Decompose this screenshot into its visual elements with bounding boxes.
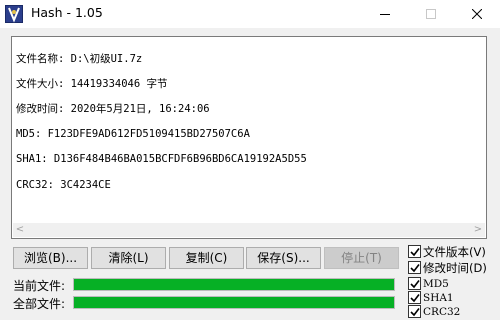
current-file-progress-fill bbox=[74, 279, 394, 290]
option-file-version[interactable]: 文件版本(V) bbox=[408, 244, 486, 259]
browse-button[interactable]: 浏览(B)... bbox=[13, 247, 88, 269]
option-md5[interactable]: MD5 bbox=[408, 276, 449, 291]
output-line-md5: MD5: F123DFE9AD612FD5109415BD27507C6A bbox=[16, 128, 250, 141]
horizontal-scrollbar[interactable]: < > bbox=[13, 223, 485, 237]
maximize-button bbox=[408, 0, 454, 28]
total-files-progress bbox=[73, 296, 395, 309]
option-file-version-label: 文件版本(V) bbox=[423, 244, 486, 259]
checkbox-crc32[interactable] bbox=[408, 305, 421, 318]
copy-button[interactable]: 复制(C) bbox=[169, 247, 244, 269]
title-bar: Hash - 1.05 bbox=[0, 0, 500, 28]
current-file-label: 当前文件: bbox=[13, 279, 66, 293]
save-button[interactable]: 保存(S)... bbox=[246, 247, 321, 269]
hash-app-icon bbox=[5, 5, 23, 23]
total-files-progress-fill bbox=[74, 297, 394, 308]
option-md5-label: MD5 bbox=[423, 277, 449, 290]
minimize-icon bbox=[380, 14, 390, 15]
checkmark-icon bbox=[409, 279, 420, 288]
output-line-modified-time: 修改时间: 2020年5月21日, 16:24:06 bbox=[16, 102, 210, 115]
output-line-sha1: SHA1: D136F484B46BA015BCFDF6B96BD6CA1919… bbox=[16, 153, 307, 166]
checkbox-modified-time[interactable] bbox=[408, 261, 421, 274]
option-sha1[interactable]: SHA1 bbox=[408, 290, 454, 305]
clear-button[interactable]: 清除(L) bbox=[91, 247, 166, 269]
option-modified-time-label: 修改时间(D) bbox=[423, 260, 487, 275]
hash-output-textbox[interactable]: 文件名称: D:\初级UI.7z 文件大小: 14419334046 字节 修改… bbox=[11, 36, 487, 239]
checkmark-icon bbox=[409, 293, 420, 302]
close-icon bbox=[472, 9, 482, 19]
output-line-file-size: 文件大小: 14419334046 字节 bbox=[16, 77, 168, 90]
current-file-progress bbox=[73, 278, 395, 291]
hash-output-text[interactable]: 文件名称: D:\初级UI.7z 文件大小: 14419334046 字节 修改… bbox=[14, 39, 484, 221]
scroll-right-icon[interactable]: > bbox=[471, 223, 485, 237]
output-line-crc32: CRC32: 3C4234CE bbox=[16, 178, 111, 191]
scroll-left-icon[interactable]: < bbox=[13, 223, 27, 237]
stop-button: 停止(T) bbox=[324, 247, 399, 269]
checkbox-sha1[interactable] bbox=[408, 291, 421, 304]
option-modified-time[interactable]: 修改时间(D) bbox=[408, 260, 487, 275]
option-crc32-label: CRC32 bbox=[423, 305, 461, 318]
checkmark-icon bbox=[409, 247, 420, 256]
checkmark-icon bbox=[409, 307, 420, 316]
window-title: Hash - 1.05 bbox=[31, 5, 103, 20]
option-sha1-label: SHA1 bbox=[423, 291, 454, 304]
total-files-label: 全部文件: bbox=[13, 297, 66, 311]
output-line-file-name: 文件名称: D:\初级UI.7z bbox=[16, 52, 143, 65]
minimize-button[interactable] bbox=[362, 0, 408, 28]
checkbox-md5[interactable] bbox=[408, 277, 421, 290]
checkbox-file-version[interactable] bbox=[408, 245, 421, 258]
maximize-icon bbox=[426, 9, 436, 19]
checkmark-icon bbox=[409, 263, 420, 272]
option-crc32[interactable]: CRC32 bbox=[408, 304, 460, 319]
close-button[interactable] bbox=[454, 0, 500, 28]
